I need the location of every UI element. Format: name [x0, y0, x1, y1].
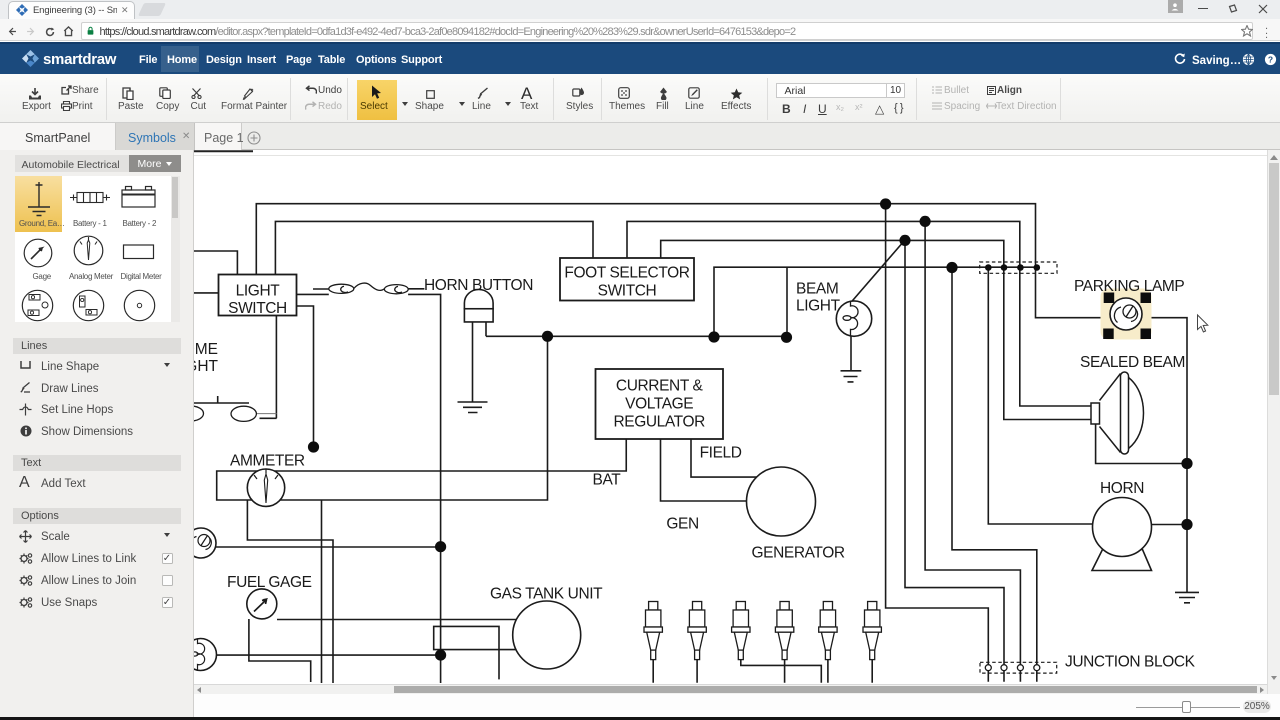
svg-text:SEALED BEAM: SEALED BEAM	[1080, 354, 1185, 371]
svg-text:HORN BUTTON: HORN BUTTON	[424, 277, 533, 294]
svg-text:PARKING LAMP: PARKING LAMP	[1074, 278, 1184, 295]
svg-text:FIELD: FIELD	[700, 445, 742, 462]
svg-text:SWITCH: SWITCH	[598, 283, 657, 300]
svg-text:VOLTAGE: VOLTAGE	[625, 396, 693, 413]
svg-text:BEAM: BEAM	[796, 281, 838, 298]
svg-text:GEN: GEN	[666, 516, 698, 533]
svg-text:GENERATOR: GENERATOR	[752, 545, 845, 562]
svg-text:BAT: BAT	[593, 472, 622, 489]
svg-text:GAS TANK UNIT: GAS TANK UNIT	[490, 586, 603, 603]
svg-text:DOME: DOME	[194, 341, 218, 358]
svg-text:HORN: HORN	[1100, 480, 1144, 497]
svg-text:REGULATOR: REGULATOR	[613, 414, 705, 431]
svg-text:FUEL GAGE: FUEL GAGE	[227, 574, 312, 591]
svg-text:JUNCTION BLOCK: JUNCTION BLOCK	[1065, 654, 1196, 671]
svg-text:CURRENT &: CURRENT &	[616, 378, 704, 395]
svg-text:SWITCH: SWITCH	[228, 300, 287, 317]
svg-text:LIGHT: LIGHT	[236, 283, 281, 300]
svg-text:FOOT SELECTOR: FOOT SELECTOR	[564, 265, 689, 282]
svg-text:?: ?	[1268, 54, 1273, 64]
svg-text:AMMETER: AMMETER	[230, 453, 305, 470]
svg-text:LIGHT: LIGHT	[796, 298, 841, 315]
svg-text:LIGHT: LIGHT	[194, 358, 219, 375]
